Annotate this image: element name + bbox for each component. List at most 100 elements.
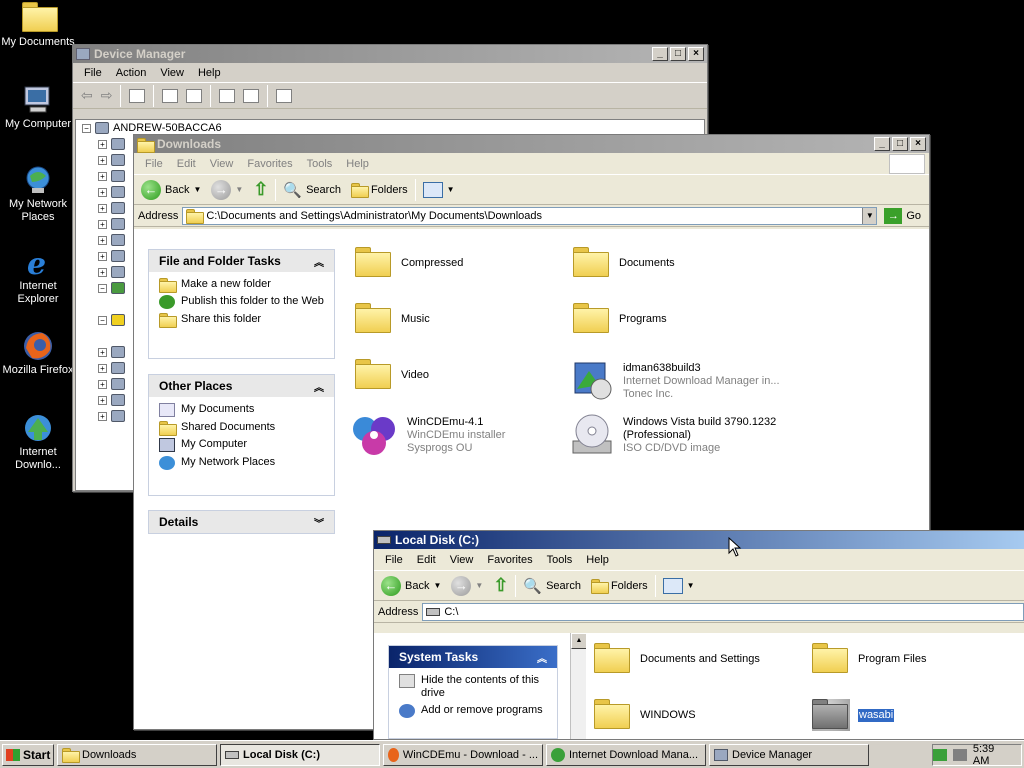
desktop-icon-my-documents[interactable]: My Documents [0, 2, 76, 49]
panel-header[interactable]: Other Places ︽ [149, 375, 334, 397]
local-disk-titlebar[interactable]: Local Disk (C:) [374, 531, 1024, 549]
help-icon[interactable] [219, 88, 236, 103]
desktop-icon-ie[interactable]: e Internet Explorer [0, 246, 76, 306]
tree-node[interactable]: − [98, 282, 125, 294]
file-item[interactable]: Windows Vista build 3790.1232 (Professio… [569, 411, 793, 459]
start-button[interactable]: Start [2, 743, 54, 766]
file-item[interactable]: WINDOWS [594, 699, 696, 731]
tree-node[interactable]: + [98, 202, 125, 214]
tree-node[interactable]: + [98, 378, 125, 390]
search-button[interactable]: 🔍 Search [280, 181, 344, 199]
file-item[interactable]: Program Files [812, 643, 926, 675]
forward-arrow-icon[interactable]: ⇨ [101, 87, 113, 104]
maximize-button[interactable]: □ [892, 137, 908, 151]
menu-help[interactable]: Help [339, 158, 376, 170]
menu-view[interactable]: View [153, 67, 191, 79]
menu-view[interactable]: View [203, 158, 241, 170]
task-make-folder[interactable]: Make a new folder [159, 278, 324, 293]
show-hide-tree-icon[interactable] [129, 88, 146, 103]
desktop-icon-firefox[interactable]: Mozilla Firefox [0, 330, 76, 377]
task-add-remove[interactable]: Add or remove programs [399, 704, 547, 718]
tree-node[interactable]: + [98, 154, 125, 166]
search-button[interactable]: 🔍 Search [520, 577, 584, 595]
scroll-up-arrow-icon[interactable]: ▲ [571, 633, 587, 649]
up-button[interactable]: ⇧ [250, 179, 271, 200]
menu-tools[interactable]: Tools [300, 158, 340, 170]
tree-node[interactable]: + [98, 218, 125, 230]
menu-favorites[interactable]: Favorites [480, 554, 539, 566]
network-tray-icon[interactable] [933, 748, 947, 761]
device-manager-titlebar[interactable]: Device Manager _ □ × [73, 45, 707, 63]
menu-file[interactable]: File [77, 67, 109, 79]
back-button[interactable]: ← Back ▼ [138, 179, 204, 200]
menu-help[interactable]: Help [191, 67, 228, 79]
menu-file[interactable]: File [138, 158, 170, 170]
file-item[interactable]: Compressed [355, 247, 463, 279]
taskbar-item-downloads[interactable]: Downloads [57, 743, 217, 766]
panel-header[interactable]: File and Folder Tasks ︽ [149, 250, 334, 272]
safely-remove-tray-icon[interactable] [952, 748, 967, 761]
tree-node[interactable]: + [98, 138, 125, 150]
place-shared-documents[interactable]: Shared Documents [159, 421, 324, 436]
minimize-button[interactable]: _ [652, 47, 668, 61]
menu-edit[interactable]: Edit [170, 158, 203, 170]
tree-root[interactable]: − ANDREW-50BACCA6 [82, 122, 222, 134]
file-item[interactable]: Programs [573, 303, 667, 335]
task-publish-web[interactable]: Publish this folder to the Web [159, 295, 324, 309]
menu-help[interactable]: Help [579, 554, 616, 566]
downloads-titlebar[interactable]: Downloads _ □ × [134, 135, 929, 153]
place-my-computer[interactable]: My Computer [159, 438, 324, 452]
tree-node[interactable]: + [98, 362, 125, 374]
file-item[interactable]: idman638build3 Internet Download Manager … [569, 359, 780, 403]
taskbar-item-idm[interactable]: Internet Download Mana... [546, 743, 706, 766]
forward-button[interactable]: → ▼ [208, 179, 246, 200]
desktop-icon-my-computer[interactable]: My Computer [0, 84, 76, 131]
panel-header[interactable]: System Tasks ︽ [389, 646, 557, 668]
views-button[interactable]: ▼ [420, 181, 458, 198]
file-item[interactable]: Video [355, 359, 429, 391]
folders-button[interactable]: Folders [588, 579, 651, 594]
taskbar-item-device-manager[interactable]: Device Manager [709, 743, 869, 766]
collapse-icon[interactable]: − [82, 123, 91, 133]
close-button[interactable]: × [688, 47, 704, 61]
collapse-chevron-icon[interactable]: ︽ [314, 254, 324, 269]
task-hide-drive[interactable]: Hide the contents of this drive [399, 674, 547, 700]
expand-chevron-icon[interactable]: ︾ [314, 515, 324, 530]
collapse-chevron-icon[interactable]: ︽ [314, 379, 324, 394]
panel-header[interactable]: Details ︾ [149, 511, 334, 533]
tree-node[interactable]: + [98, 170, 125, 182]
clock[interactable]: 5:39 AM [973, 743, 1013, 767]
taskbar-item-wincdemu[interactable]: WinCDEmu - Download - ... [383, 743, 543, 766]
file-item[interactable]: Music [355, 303, 430, 335]
go-button[interactable]: → Go [881, 207, 929, 224]
dropdown-arrow-icon[interactable]: ▼ [862, 207, 877, 224]
scrollbar[interactable]: ▲ [570, 633, 587, 739]
back-arrow-icon[interactable]: ⇦ [81, 87, 93, 104]
task-share-folder[interactable]: Share this folder [159, 313, 324, 328]
address-input[interactable]: C:\ [422, 602, 1024, 621]
file-item[interactable]: Documents and Settings [594, 643, 760, 675]
forward-button[interactable]: → ▼ [448, 575, 486, 596]
menu-favorites[interactable]: Favorites [240, 158, 299, 170]
taskbar-item-local-disk[interactable]: Local Disk (C:) [220, 743, 380, 766]
menu-action[interactable]: Action [109, 67, 154, 79]
menu-tools[interactable]: Tools [540, 554, 580, 566]
file-item[interactable]: Documents [573, 247, 675, 279]
tree-node[interactable]: + [98, 394, 125, 406]
file-item-selected[interactable]: wasabi [812, 699, 895, 731]
folders-button[interactable]: Folders [348, 183, 411, 198]
tree-node[interactable]: + [98, 234, 125, 246]
desktop-icon-idm[interactable]: Internet Downlo... [0, 412, 76, 472]
up-button[interactable]: ⇧ [490, 575, 511, 596]
tree-node[interactable]: + [98, 186, 125, 198]
address-input[interactable]: C:\Documents and Settings\Administrator\… [182, 206, 878, 225]
tree-node[interactable]: + [98, 266, 125, 278]
close-button[interactable]: × [910, 137, 926, 151]
tree-node[interactable]: + [98, 250, 125, 262]
place-my-documents[interactable]: My Documents [159, 403, 324, 417]
collapse-chevron-icon[interactable]: ︽ [537, 650, 547, 665]
minimize-button[interactable]: _ [874, 137, 890, 151]
file-item[interactable]: WinCDEmu-4.1 WinCDEmu installer Sysprogs O… [349, 411, 505, 459]
tree-node[interactable]: + [98, 410, 125, 422]
menu-edit[interactable]: Edit [410, 554, 443, 566]
